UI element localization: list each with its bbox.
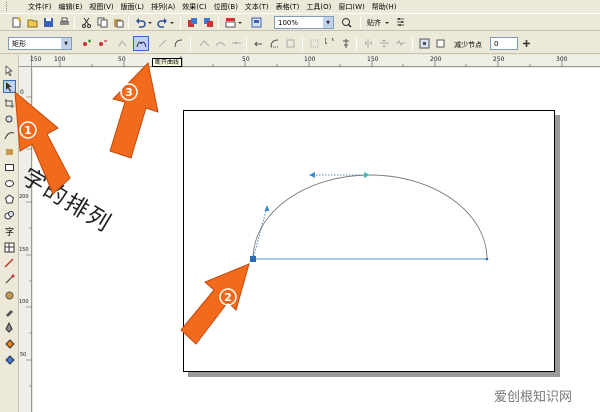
arrow-3 (109, 61, 159, 159)
arrow-2 (180, 263, 250, 345)
marker-1: 1 (24, 124, 32, 137)
marker-2: 2 (224, 291, 232, 304)
watermark: 爱创根知识网 (494, 390, 573, 405)
arrow-1 (14, 90, 71, 195)
marker-3: 3 (125, 86, 133, 99)
tutorial-arrows: 1 3 2 (14, 61, 250, 345)
